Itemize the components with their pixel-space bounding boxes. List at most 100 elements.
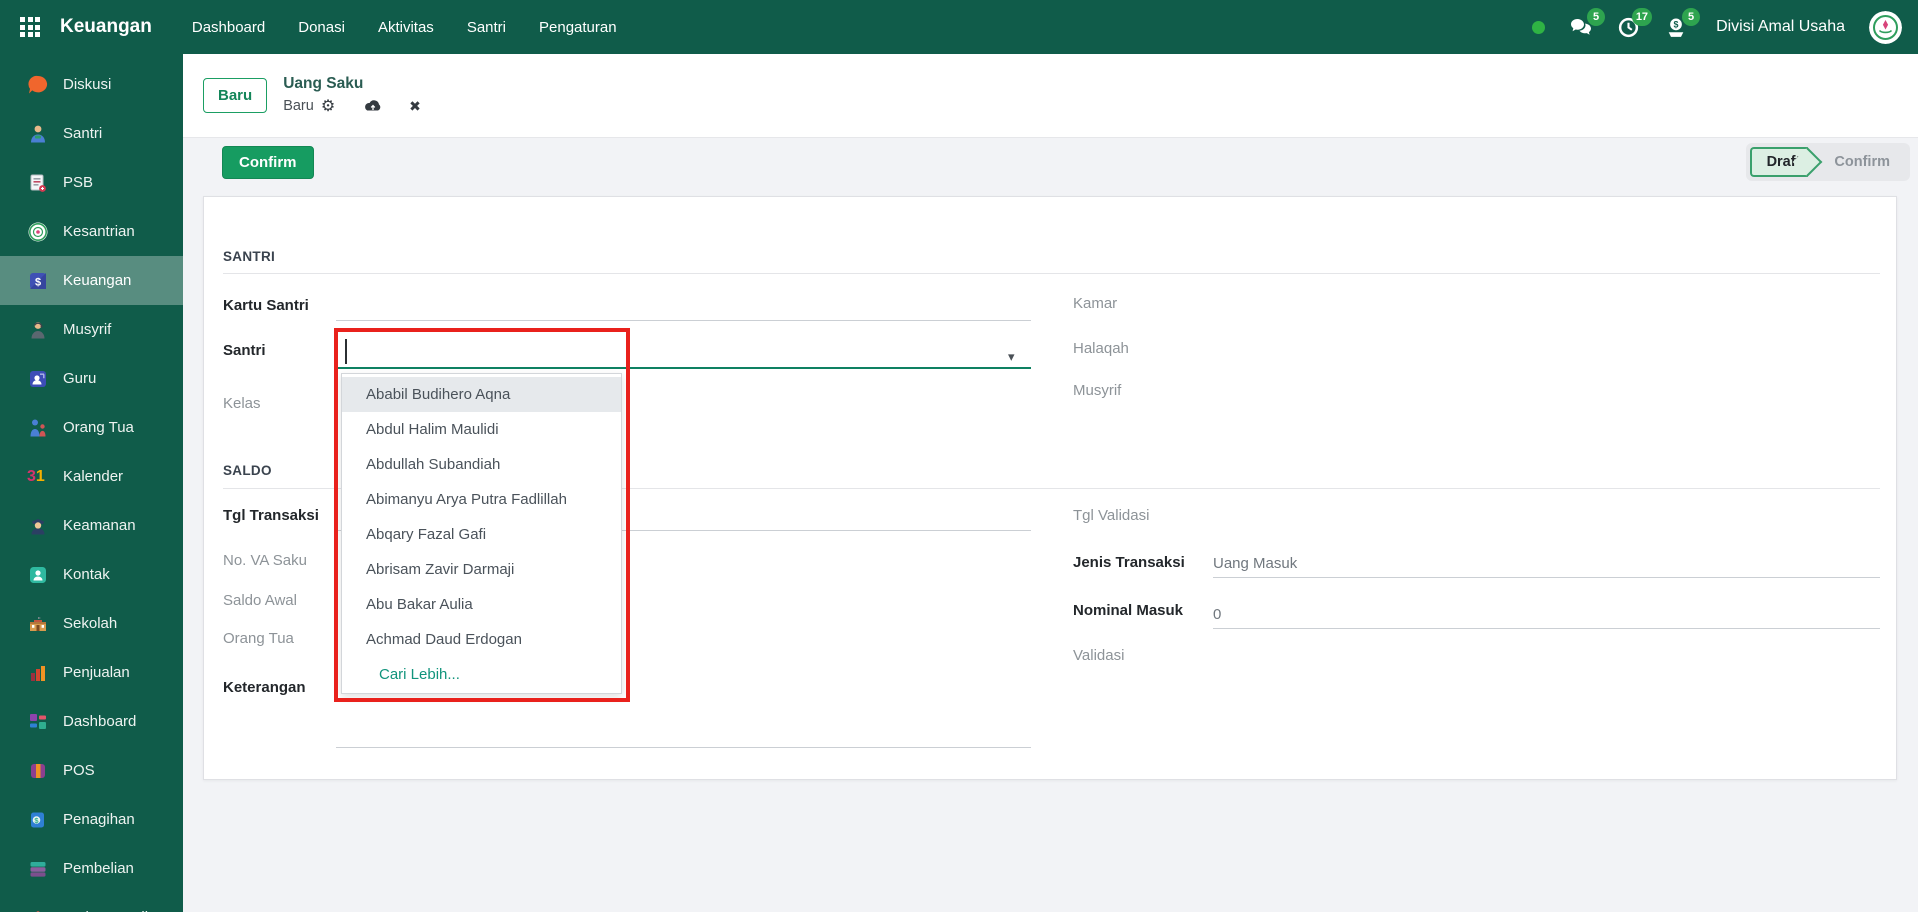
cloud-upload-icon[interactable] <box>363 98 383 114</box>
bar-chart-icon <box>27 662 49 684</box>
sidebar-item-sekolah[interactable]: Sekolah <box>0 599 183 648</box>
sidebar-item-psb[interactable]: PSB <box>0 158 183 207</box>
sidebar-item-guru[interactable]: Guru <box>0 354 183 403</box>
breadcrumb-bar: Baru Uang Saku Baru ⚙ ✖ <box>183 54 1918 138</box>
nav-menu-dashboard[interactable]: Dashboard <box>192 19 265 36</box>
teacher-icon <box>27 368 49 390</box>
keterangan-field[interactable] <box>336 694 1031 748</box>
search-more-link[interactable]: Cari Lebih... <box>342 657 621 692</box>
counselor-icon <box>27 319 49 341</box>
breadcrumb: Uang Saku Baru ⚙ ✖ <box>283 75 421 116</box>
santri-dropdown: Ababil Budihero Aqna Abdul Halim Maulidi… <box>341 373 622 694</box>
dropdown-option[interactable]: Abdullah Subandiah <box>342 447 621 482</box>
nav-menu-pengaturan[interactable]: Pengaturan <box>539 19 617 36</box>
label-tgl-transaksi: Tgl Transaksi <box>223 507 319 524</box>
apps-menu-button[interactable] <box>16 13 44 41</box>
label-no-va-saku: No. VA Saku <box>223 552 307 569</box>
nav-menu-aktivitas[interactable]: Aktivitas <box>378 19 434 36</box>
action-bar: Confirm Draft Confirm <box>183 138 1918 186</box>
section-title-saldo: SALDO <box>223 463 272 478</box>
sidebar-item-musyrif[interactable]: Musyrif <box>0 305 183 354</box>
sidebar-item-kalender[interactable]: 31 Kalender <box>0 452 183 501</box>
activities-badge: 17 <box>1632 8 1652 26</box>
section-divider <box>223 273 1880 274</box>
sidebar-item-keuangan[interactable]: $ Keuangan <box>0 256 183 305</box>
sidebar-item-orang-tua[interactable]: Orang Tua <box>0 403 183 452</box>
sidebar-item-diskusi[interactable]: Diskusi <box>0 60 183 109</box>
inventory-box-icon <box>27 907 49 912</box>
dollar-square-icon: $ <box>27 270 49 292</box>
emblem-icon <box>27 221 49 243</box>
school-building-icon <box>27 613 49 635</box>
dashboard-tiles-icon <box>27 711 49 733</box>
jenis-transaksi-field[interactable]: Uang Masuk <box>1213 552 1880 578</box>
pos-awning-icon <box>27 760 49 782</box>
dropdown-option[interactable]: Ababil Budihero Aqna <box>342 377 621 412</box>
navbar-left: Keuangan Dashboard Donasi Aktivitas Sant… <box>16 13 617 41</box>
label-tgl-validasi: Tgl Validasi <box>1073 507 1149 524</box>
sidebar-item-keamanan[interactable]: Keamanan <box>0 501 183 550</box>
purchase-stack-icon <box>27 858 49 880</box>
status-confirm[interactable]: Confirm <box>1808 149 1904 175</box>
payments-button[interactable]: $ 5 <box>1664 16 1688 39</box>
nominal-masuk-field[interactable]: 0 <box>1213 603 1880 629</box>
dropdown-option[interactable]: Abu Bakar Aulia <box>342 587 621 622</box>
gear-icon[interactable]: ⚙ <box>321 96 335 116</box>
label-orang-tua: Orang Tua <box>223 630 294 647</box>
label-halaqah: Halaqah <box>1073 340 1129 357</box>
online-status-dot <box>1532 21 1545 34</box>
sidebar-item-dashboard[interactable]: Dashboard <box>0 697 183 746</box>
navbar-right: 5 17 $ 5 Divisi Amal Usaha <box>1532 11 1902 44</box>
santri-input[interactable] <box>336 343 1031 369</box>
form-sheet: SANTRI Kartu Santri Santri ▾ Kelas Kamar… <box>203 196 1897 780</box>
close-icon[interactable]: ✖ <box>409 98 421 115</box>
dropdown-option[interactable]: Abimanyu Arya Putra Fadlillah <box>342 482 621 517</box>
breadcrumb-record-name: Baru <box>283 98 314 114</box>
sidebar-item-pembelian[interactable]: Pembelian <box>0 844 183 893</box>
label-kamar: Kamar <box>1073 295 1117 312</box>
nav-menu-santri[interactable]: Santri <box>467 19 506 36</box>
top-navbar: Keuangan Dashboard Donasi Aktivitas Sant… <box>0 0 1918 54</box>
parents-icon <box>27 417 49 439</box>
label-validasi: Validasi <box>1073 647 1124 664</box>
label-keterangan: Keterangan <box>223 679 306 696</box>
section-title-santri: SANTRI <box>223 249 275 264</box>
dropdown-option[interactable]: Abdul Halim Maulidi <box>342 412 621 447</box>
breadcrumb-title[interactable]: Uang Saku <box>283 75 421 93</box>
sidebar-item-kesantrian[interactable]: Kesantrian <box>0 207 183 256</box>
sidebar-item-pos[interactable]: POS <box>0 746 183 795</box>
sidebar-item-stok-persediaan[interactable]: Stok Persediaan <box>0 893 183 912</box>
user-company[interactable]: Divisi Amal Usaha <box>1716 18 1845 36</box>
messages-button[interactable]: 5 <box>1569 16 1593 38</box>
student-icon <box>27 123 49 145</box>
kartu-santri-field[interactable] <box>336 295 1031 321</box>
new-button[interactable]: Baru <box>203 78 267 113</box>
dropdown-option[interactable]: Abqary Fazal Gafi <box>342 517 621 552</box>
company-logo-icon <box>1869 11 1902 44</box>
avatar[interactable] <box>1869 11 1902 44</box>
status-draft[interactable]: Draft <box>1750 147 1809 177</box>
caret-down-icon[interactable]: ▾ <box>1008 349 1015 365</box>
label-kartu-santri: Kartu Santri <box>223 297 309 314</box>
confirm-button[interactable]: Confirm <box>222 146 314 179</box>
nav-menu-donasi[interactable]: Donasi <box>298 19 345 36</box>
security-guard-icon <box>27 515 49 537</box>
label-santri: Santri <box>223 342 266 359</box>
sidebar-item-penjualan[interactable]: Penjualan <box>0 648 183 697</box>
sidebar-item-penagihan[interactable]: $ Penagihan <box>0 795 183 844</box>
label-musyrif: Musyrif <box>1073 382 1121 399</box>
dropdown-option[interactable]: Abrisam Zavir Darmaji <box>342 552 621 587</box>
invoice-dollar-icon: $ <box>27 809 49 831</box>
sidebar-item-santri[interactable]: Santri <box>0 109 183 158</box>
app-brand[interactable]: Keuangan <box>60 16 152 38</box>
messages-badge: 5 <box>1587 8 1605 26</box>
activities-button[interactable]: 17 <box>1617 16 1640 39</box>
svg-text:$: $ <box>1674 19 1679 29</box>
svg-text:$: $ <box>35 276 41 288</box>
main-area: Baru Uang Saku Baru ⚙ ✖ Confirm Draft Co… <box>183 54 1918 912</box>
sidebar-item-kontak[interactable]: Kontak <box>0 550 183 599</box>
dropdown-option[interactable]: Achmad Daud Erdogan <box>342 622 621 657</box>
label-nominal-masuk: Nominal Masuk <box>1073 602 1183 619</box>
text-cursor <box>345 339 347 364</box>
statusbar: Draft Confirm <box>1746 143 1910 181</box>
